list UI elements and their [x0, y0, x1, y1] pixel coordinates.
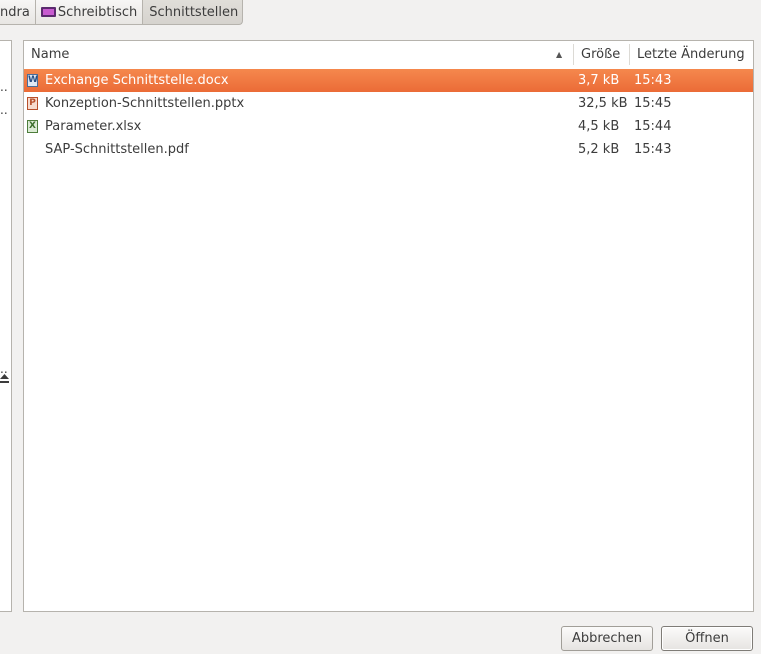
cancel-button[interactable]: Abbrechen — [561, 626, 653, 651]
column-header-name[interactable]: Name — [31, 41, 69, 68]
powerpoint-presentation-icon: P — [27, 97, 38, 110]
places-sidebar[interactable]: .. .. .. — [0, 40, 12, 612]
file-list[interactable]: Name ▲ Größe Letzte Änderung W Exchange … — [23, 40, 754, 612]
crumb-label: ndra — [0, 4, 30, 20]
file-size: 32,5 kB — [578, 96, 628, 111]
file-modified: 15:43 — [634, 73, 672, 88]
file-size: 4,5 kB — [578, 119, 620, 134]
path-bar: ndra Schreibtisch Schnittstellen — [0, 0, 244, 26]
crumb-home[interactable]: ndra — [0, 0, 36, 25]
file-row[interactable]: W Exchange Schnittstelle.docx 3,7 kB 15:… — [24, 69, 753, 92]
file-modified: 15:45 — [634, 96, 672, 111]
file-row[interactable]: P Konzeption-Schnittstellen.pptx 32,5 kB… — [24, 92, 753, 115]
file-modified: 15:44 — [634, 119, 672, 134]
column-separator — [573, 44, 574, 65]
file-row[interactable]: X Parameter.xlsx 4,5 kB 15:44 — [24, 115, 753, 138]
crumb-desktop[interactable]: Schreibtisch — [34, 0, 144, 25]
file-name: Konzeption-Schnittstellen.pptx — [45, 96, 245, 111]
column-separator — [629, 44, 630, 65]
crumb-label: Schnittstellen — [149, 4, 239, 20]
file-size: 5,2 kB — [578, 142, 620, 157]
desktop-folder-icon — [40, 7, 56, 17]
file-list-header: Name ▲ Größe Letzte Änderung — [24, 41, 753, 68]
crumb-current-folder[interactable]: Schnittstellen — [142, 0, 244, 25]
column-header-size[interactable]: Größe — [581, 41, 620, 68]
column-header-modified[interactable]: Letzte Änderung — [637, 41, 745, 68]
sidebar-item-truncated[interactable]: .. — [0, 103, 8, 117]
file-name: Exchange Schnittstelle.docx — [45, 73, 229, 88]
open-button[interactable]: Öffnen — [661, 626, 753, 651]
sidebar-item-truncated[interactable]: .. — [0, 362, 8, 376]
file-row[interactable]: SAP-Schnittstellen.pdf 5,2 kB 15:43 — [24, 138, 753, 161]
excel-spreadsheet-icon: X — [27, 120, 38, 133]
crumb-label: Schreibtisch — [57, 4, 138, 20]
file-name: Parameter.xlsx — [45, 119, 142, 134]
sort-ascending-icon: ▲ — [556, 50, 563, 59]
file-name: SAP-Schnittstellen.pdf — [45, 142, 189, 157]
sidebar-item-truncated[interactable]: .. — [0, 80, 8, 94]
word-document-icon: W — [27, 74, 38, 87]
file-modified: 15:43 — [634, 142, 672, 157]
file-size: 3,7 kB — [578, 73, 620, 88]
